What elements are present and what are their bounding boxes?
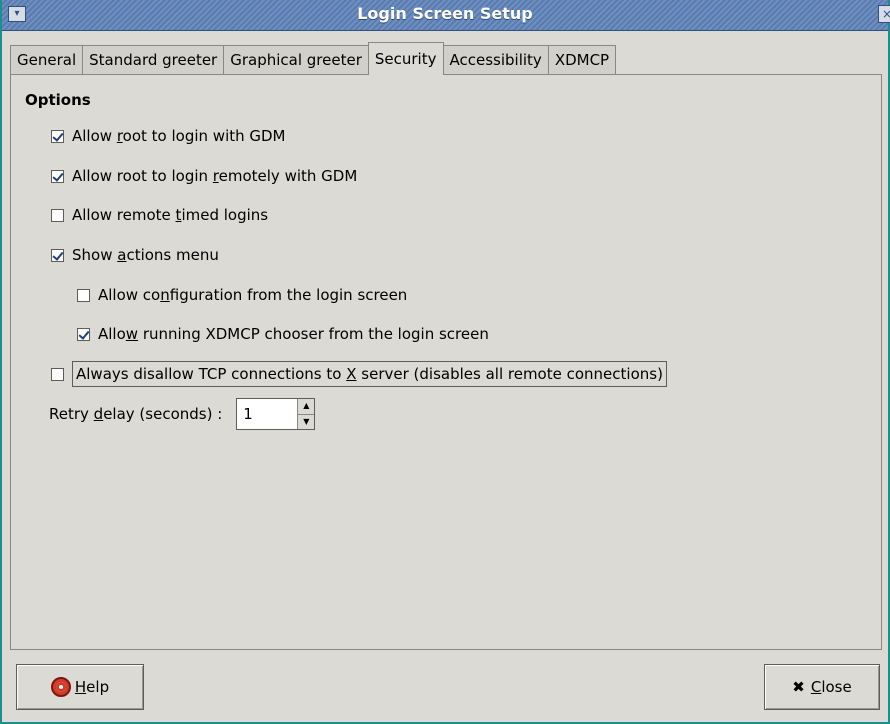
checkbox-label: Allow remote timed logins (72, 206, 269, 224)
checkbox-box[interactable] (51, 367, 64, 381)
login-screen-setup-window: ▾ Login Screen Setup × General Standard … (0, 0, 890, 724)
window-close-button[interactable]: × (878, 5, 890, 23)
checkbox-box[interactable] (51, 129, 64, 143)
spin-up-icon[interactable]: ▲ (298, 399, 315, 415)
checkbox-box[interactable] (51, 169, 64, 183)
window-title: Login Screen Setup (357, 4, 533, 23)
checkbox-label: Allow running XDMCP chooser from the log… (98, 325, 489, 343)
close-x-icon: ✖ (792, 678, 805, 696)
checkbox-label: Allow root to login remotely with GDM (72, 167, 358, 185)
allow-config-checkbox[interactable]: Allow configuration from the login scree… (77, 286, 407, 304)
tab-standard-greeter[interactable]: Standard greeter (82, 45, 225, 75)
help-button-label: Help (74, 678, 110, 696)
checkbox-label: Show actions menu (72, 246, 219, 264)
allow-xdmcp-chooser-checkbox[interactable]: Allow running XDMCP chooser from the log… (77, 325, 489, 343)
show-actions-menu-checkbox[interactable]: Show actions menu (51, 246, 219, 264)
allow-root-gdm-checkbox[interactable]: Allow root to login with GDM (51, 127, 286, 145)
tab-graphical-greeter[interactable]: Graphical greeter (223, 45, 369, 75)
options-section-title: Options (25, 91, 91, 109)
title-bar[interactable]: ▾ Login Screen Setup × (2, 0, 890, 31)
tab-general[interactable]: General (10, 45, 84, 75)
retry-delay-label: Retry delay (seconds) : (49, 405, 223, 423)
spin-down-icon[interactable]: ▼ (298, 414, 315, 429)
retry-delay-spinner[interactable]: 1 ▲ ▼ (236, 398, 316, 430)
allow-root-remote-checkbox[interactable]: Allow root to login remotely with GDM (51, 167, 357, 185)
spinner-arrows: ▲ ▼ (297, 399, 315, 429)
checkbox-box[interactable] (77, 327, 90, 341)
tab-security[interactable]: Security (367, 42, 444, 75)
retry-delay-input[interactable]: 1 (237, 399, 297, 429)
help-button[interactable]: Help (16, 664, 144, 710)
checkbox-label: Allow root to login with GDM (72, 127, 286, 145)
tab-xdmcp[interactable]: XDMCP (547, 45, 617, 75)
checkbox-box[interactable] (51, 208, 64, 222)
checkbox-label: Allow configuration from the login scree… (98, 286, 408, 304)
allow-remote-timed-checkbox[interactable]: Allow remote timed logins (51, 206, 268, 224)
help-lifebuoy-icon (50, 677, 71, 697)
checkbox-label: Always disallow TCP connections to X ser… (72, 361, 667, 387)
tab-accessibility[interactable]: Accessibility (442, 45, 549, 75)
close-icon: × (881, 7, 890, 21)
security-tab-panel: Options Allow root to login with GDM All… (10, 74, 882, 650)
disallow-tcp-checkbox[interactable]: Always disallow TCP connections to X ser… (51, 361, 667, 387)
tab-bar: General Standard greeter Graphical greet… (10, 42, 617, 75)
close-button-label: Close (810, 678, 852, 696)
retry-delay-row: Retry delay (seconds) : 1 ▲ ▼ (49, 398, 316, 430)
checkbox-box[interactable] (51, 248, 64, 262)
close-button[interactable]: ✖ Close (764, 664, 880, 710)
checkbox-box[interactable] (77, 288, 90, 302)
